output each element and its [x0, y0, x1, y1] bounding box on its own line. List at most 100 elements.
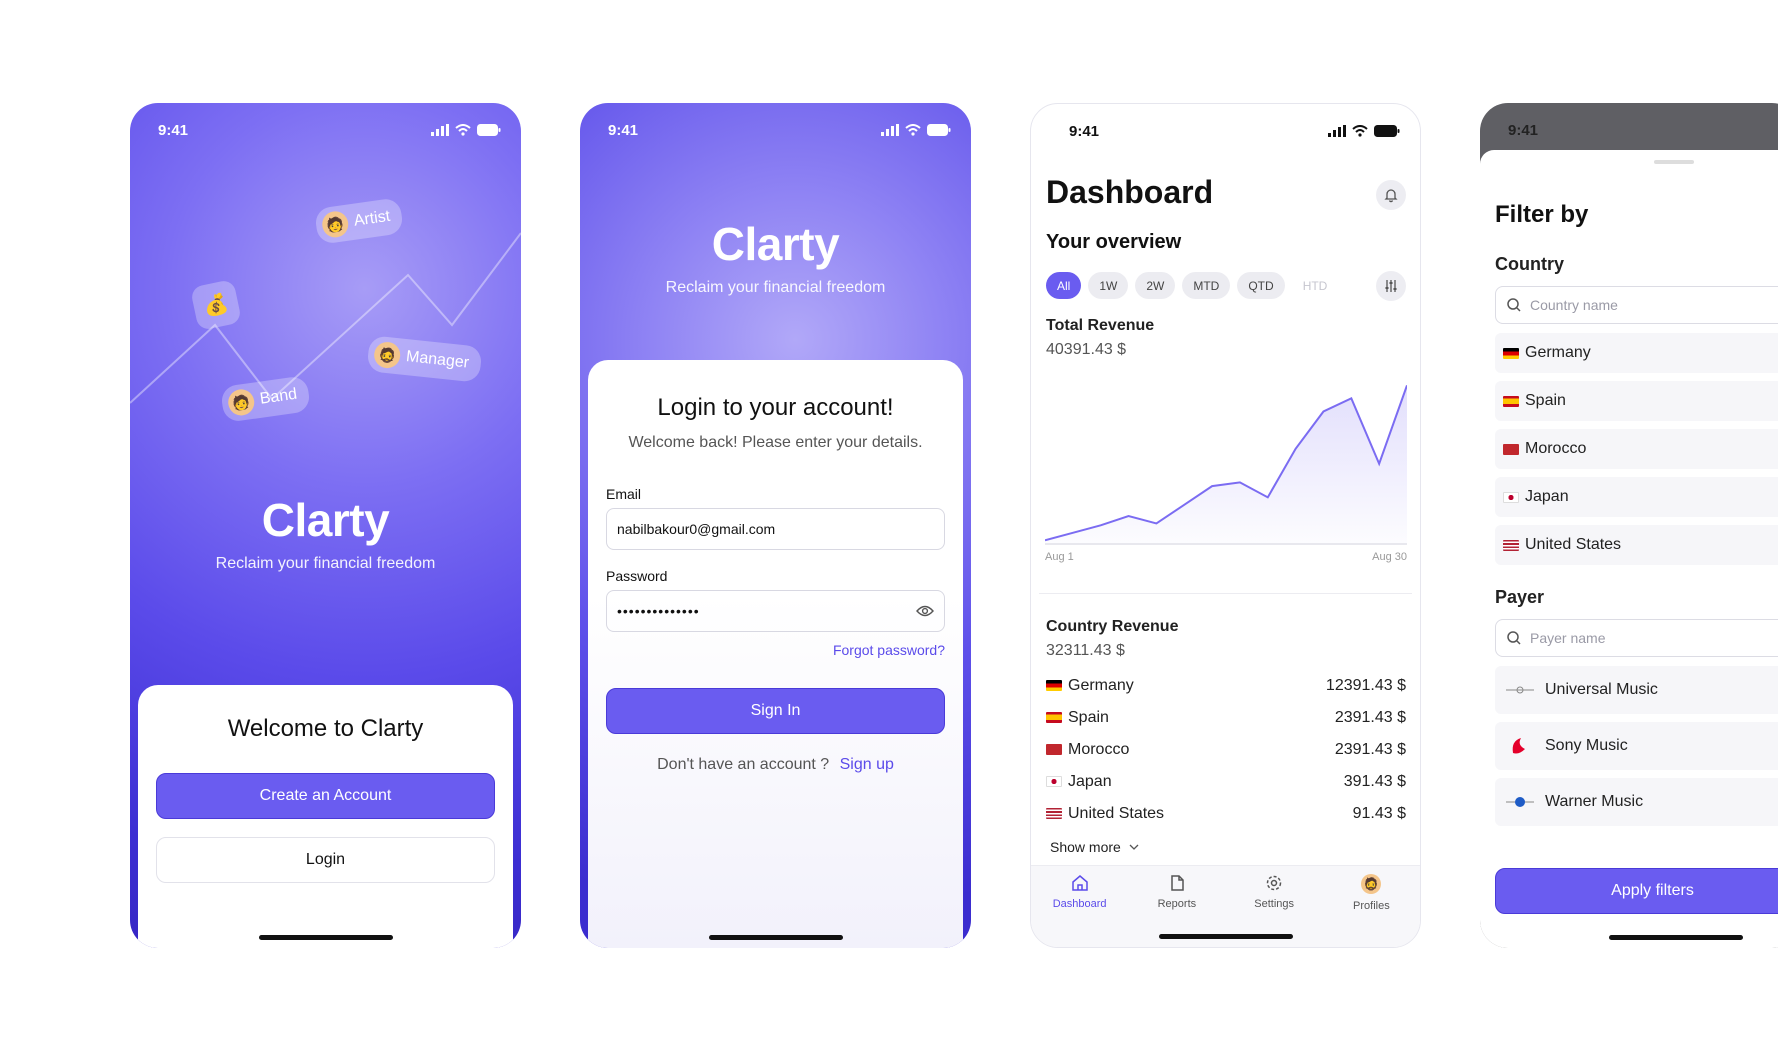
- sheet-handle[interactable]: [1654, 160, 1694, 164]
- filter-screen: 9:41 Filter by Country Country name Germ…: [1480, 103, 1778, 948]
- home-indicator: [708, 935, 843, 940]
- document-icon: [1171, 875, 1184, 891]
- japan-flag-icon: [1046, 776, 1062, 787]
- showcase-canvas: 9:41 💰 🧑 Artist 🧔 Manager 🧑 Band Clarty …: [0, 0, 1778, 1051]
- gear-icon: [1266, 875, 1282, 891]
- email-field[interactable]: nabilbakour0@gmail.com: [606, 508, 945, 550]
- status-bar: 9:41: [608, 119, 951, 141]
- status-time: 9:41: [1508, 121, 1539, 139]
- universal-music-logo-icon: [1505, 680, 1535, 700]
- country-option-spain[interactable]: Spain: [1495, 381, 1778, 421]
- app-logo-text: Clarty: [261, 494, 390, 546]
- country-options: Germany Spain Morocco Japan United State…: [1495, 333, 1778, 573]
- signup-row: Don't have an account ? Sign up: [606, 756, 945, 774]
- show-more-button[interactable]: Show more: [1050, 839, 1139, 855]
- tab-dashboard[interactable]: Dashboard: [1040, 874, 1120, 947]
- search-icon: [1507, 631, 1521, 645]
- tab-profiles[interactable]: 🧔 Profiles: [1331, 874, 1411, 947]
- signal-icon: [1328, 125, 1346, 137]
- payer-option-sony[interactable]: Sony Music: [1495, 722, 1778, 770]
- usa-flag-icon: [1046, 808, 1062, 819]
- country-search-input[interactable]: Country name: [1495, 286, 1778, 324]
- avatar-icon: 🧔: [1361, 874, 1382, 894]
- signal-icon: [881, 124, 899, 136]
- search-icon: [1507, 298, 1521, 312]
- filter-all[interactable]: All: [1046, 272, 1082, 299]
- filter-qtd[interactable]: QTD: [1237, 272, 1285, 299]
- country-section-label: Country: [1495, 254, 1564, 274]
- adjust-filters-button[interactable]: [1376, 271, 1406, 301]
- home-indicator: [1609, 935, 1743, 940]
- no-account-text: Don't have an account ?: [657, 756, 830, 773]
- revenue-chart: Aug 1 Aug 30: [1045, 384, 1407, 563]
- payer-option-universal[interactable]: Universal Music: [1495, 666, 1778, 714]
- brand-block: Clarty Reclaim your financial freedom: [580, 217, 971, 297]
- bell-icon: [1384, 189, 1398, 203]
- country-option-japan[interactable]: Japan: [1495, 477, 1778, 517]
- total-revenue-value: 40391.43 $: [1046, 341, 1127, 358]
- sliders-icon: [1385, 280, 1397, 292]
- forgot-password-link[interactable]: Forgot password?: [606, 642, 945, 658]
- page-title: Dashboard: [1046, 174, 1214, 210]
- x-tick-label: Aug 30: [1372, 551, 1407, 563]
- sony-music-logo-icon: [1505, 734, 1535, 758]
- country-revenue-label: Country Revenue: [1046, 618, 1179, 635]
- battery-icon: [927, 124, 951, 136]
- login-screen: 9:41 Clarty Reclaim your financial freed…: [580, 103, 971, 948]
- japan-flag-icon: [1503, 491, 1519, 503]
- list-item: United States 91.43 $: [1046, 798, 1406, 830]
- morocco-flag-icon: [1046, 744, 1062, 755]
- filter-1w[interactable]: 1W: [1088, 272, 1129, 299]
- germany-flag-icon: [1046, 680, 1062, 691]
- filter-2w[interactable]: 2W: [1135, 272, 1176, 299]
- total-revenue-label: Total Revenue: [1046, 317, 1155, 334]
- eye-icon[interactable]: [916, 605, 934, 617]
- country-option-usa[interactable]: United States: [1495, 525, 1778, 565]
- welcome-screen: 9:41 💰 🧑 Artist 🧔 Manager 🧑 Band Clarty …: [130, 103, 521, 948]
- sign-up-link[interactable]: Sign up: [840, 756, 894, 773]
- wifi-icon: [905, 124, 921, 136]
- dashboard-screen: 9:41 Dashboard Your overview All 1W 2W M…: [1030, 103, 1421, 948]
- notifications-button[interactable]: [1376, 180, 1406, 210]
- payer-section-label: Payer: [1495, 587, 1545, 607]
- login-button[interactable]: Login: [156, 837, 495, 883]
- apply-filters-button[interactable]: Apply filters: [1495, 868, 1778, 914]
- status-icons: [1328, 125, 1400, 137]
- welcome-title: Welcome to Clarty: [227, 715, 424, 742]
- filter-sheet: Filter by Country Country name Germany S…: [1480, 150, 1778, 948]
- status-bar: 9:41: [1508, 119, 1778, 141]
- payer-search-input[interactable]: Payer name: [1495, 619, 1778, 657]
- status-time: 9:41: [1069, 122, 1100, 140]
- email-value: nabilbakour0@gmail.com: [617, 521, 776, 537]
- x-tick-label: Aug 1: [1045, 551, 1074, 563]
- chevron-down-icon: [1129, 844, 1139, 850]
- filter-mtd[interactable]: MTD: [1182, 272, 1231, 299]
- filter-htd[interactable]: HTD: [1292, 272, 1339, 299]
- country-option-germany[interactable]: Germany: [1495, 333, 1778, 373]
- spain-flag-icon: [1046, 712, 1062, 723]
- payer-options: Universal Music Sony Music Warner Music: [1495, 666, 1778, 834]
- period-filters: All 1W 2W MTD QTD HTD: [1046, 272, 1338, 299]
- login-card: Login to your account! Welcome back! Ple…: [588, 360, 963, 948]
- login-title: Login to your account!: [657, 394, 894, 421]
- password-field[interactable]: ••••••••••••••: [606, 590, 945, 632]
- revenue-area: [1045, 385, 1407, 544]
- avatar-icon: 🧑: [226, 387, 256, 418]
- list-item: Japan 391.43 $: [1046, 766, 1406, 798]
- list-item: Morocco 2391.43 $: [1046, 734, 1406, 766]
- create-account-button[interactable]: Create an Account: [156, 773, 495, 819]
- overview-heading: Your overview: [1046, 231, 1182, 253]
- status-icons: [881, 124, 951, 136]
- warner-music-logo-icon: [1505, 792, 1535, 812]
- home-indicator: [258, 935, 393, 940]
- spain-flag-icon: [1503, 395, 1519, 407]
- home-indicator: [1158, 934, 1293, 939]
- payer-option-warner[interactable]: Warner Music: [1495, 778, 1778, 826]
- filter-title: Filter by: [1495, 201, 1589, 228]
- sign-in-button[interactable]: Sign In: [606, 688, 945, 734]
- welcome-card: Welcome to Clarty Create an Account Logi…: [138, 685, 513, 948]
- brand-block: Clarty Reclaim your financial freedom: [130, 493, 521, 573]
- list-item: Germany 12391.43 $: [1046, 670, 1406, 702]
- app-logo-text: Clarty: [711, 218, 840, 270]
- country-option-morocco[interactable]: Morocco: [1495, 429, 1778, 469]
